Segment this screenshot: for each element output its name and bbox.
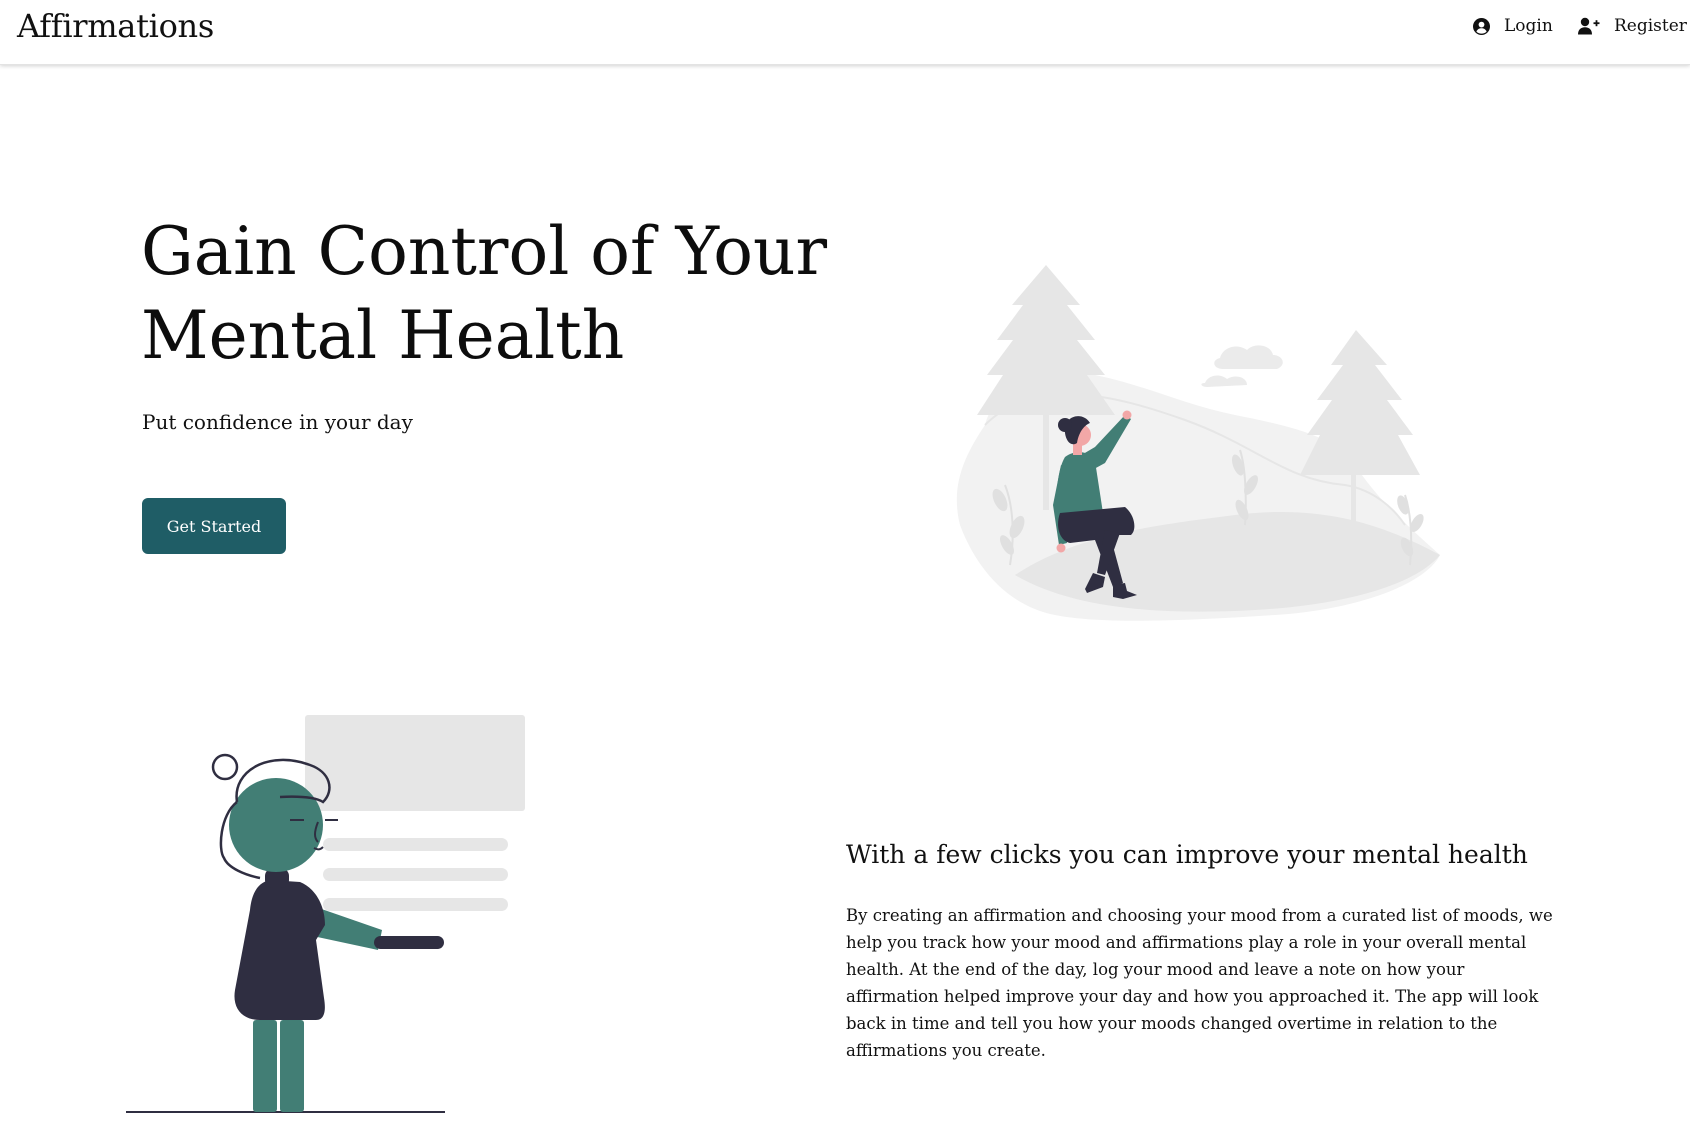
register-link[interactable]: Register	[1578, 14, 1687, 38]
navbar: Affirmations Login Register	[0, 0, 1690, 65]
hero-subtitle: Put confidence in your day	[142, 410, 413, 434]
login-label: Login	[1504, 16, 1553, 36]
woman-in-nature-illustration	[955, 265, 1445, 630]
login-link[interactable]: Login	[1473, 14, 1553, 38]
user-circle-icon	[1473, 17, 1490, 35]
person-pointing-at-board-illustration	[120, 710, 540, 1120]
register-label: Register	[1614, 16, 1687, 36]
feature-title: With a few clicks you can improve your m…	[846, 840, 1528, 869]
feature-description: By creating an affirmation and choosing …	[846, 906, 1553, 1060]
brand-logo[interactable]: Affirmations	[17, 6, 214, 46]
hero-title: Gain Control of Your Mental Health	[141, 213, 828, 374]
user-plus-icon	[1578, 17, 1600, 35]
get-started-button[interactable]: Get Started	[142, 498, 286, 554]
